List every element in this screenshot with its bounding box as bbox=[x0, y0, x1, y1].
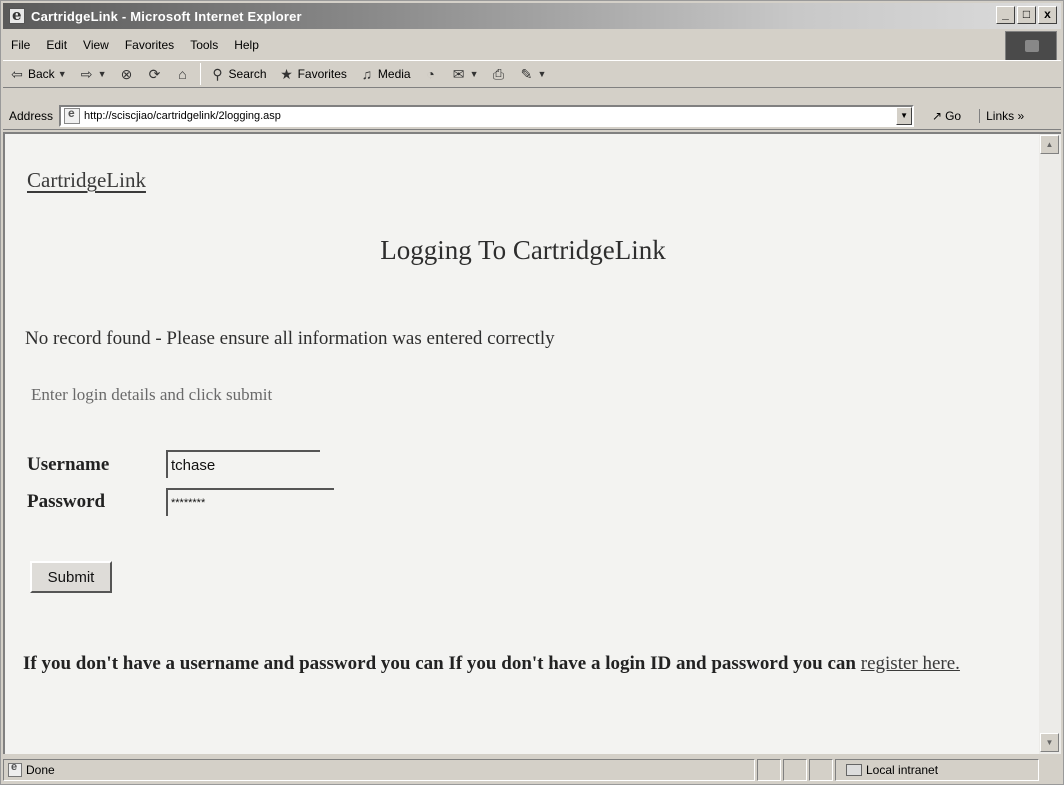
links-button[interactable]: Links » bbox=[979, 108, 1024, 123]
media-icon: ♫ bbox=[361, 66, 373, 82]
address-label: Address bbox=[9, 108, 54, 123]
favorites-icon: ★ bbox=[280, 66, 293, 82]
username-label: Username bbox=[27, 454, 110, 475]
search-label: Search bbox=[228, 67, 267, 81]
status-bar: Done Local intranet bbox=[3, 758, 1061, 782]
status-text: Done bbox=[26, 763, 55, 777]
stop-icon: ⊗ bbox=[120, 66, 133, 82]
chevron-down-icon: ▼ bbox=[97, 69, 107, 79]
error-message: No record found - Please ensure all info… bbox=[25, 328, 555, 349]
print-icon: ⎙ bbox=[492, 66, 505, 82]
stop-button[interactable]: ⊗ bbox=[113, 66, 141, 82]
password-input[interactable] bbox=[166, 488, 334, 516]
status-panel bbox=[757, 759, 781, 781]
print-button[interactable]: ⎙ bbox=[485, 66, 513, 82]
home-icon: ⌂ bbox=[178, 66, 187, 82]
go-button[interactable]: ↗ Go bbox=[924, 109, 969, 123]
submit-button[interactable]: Submit bbox=[30, 561, 112, 593]
address-url: http://sciscjiao/cartridgelink/2logging.… bbox=[84, 109, 281, 122]
status-panel bbox=[783, 759, 807, 781]
register-link[interactable]: register here. bbox=[861, 653, 960, 674]
menu-help[interactable]: Help bbox=[226, 38, 267, 52]
edit-icon: ✎ bbox=[520, 66, 533, 82]
search-button[interactable]: ⚲ Search bbox=[204, 66, 273, 82]
vertical-scrollbar[interactable]: ▲ ▼ bbox=[1039, 132, 1061, 754]
window-controls: _ □ x bbox=[996, 6, 1057, 24]
page-title: Logging To CartridgeLink bbox=[380, 235, 666, 265]
toolbar: ⇦ Back ▼ ⇨ ▼ ⊗ ⟳ ⌂ ⚲ Search ★ Favorites … bbox=[3, 60, 1061, 88]
mail-button[interactable]: ✉ ▼ bbox=[445, 66, 485, 82]
menu-tools[interactable]: Tools bbox=[182, 38, 226, 52]
back-label: Back bbox=[28, 67, 55, 81]
status-panel bbox=[809, 759, 833, 781]
history-button[interactable]: ◔ bbox=[417, 66, 445, 82]
refresh-button[interactable]: ⟳ bbox=[141, 66, 169, 82]
browser-window: CartridgeLink - Microsoft Internet Explo… bbox=[0, 0, 1064, 785]
menu-file[interactable]: File bbox=[3, 38, 38, 52]
edit-button[interactable]: ✎ ▼ bbox=[513, 66, 553, 82]
scroll-down-button[interactable]: ▼ bbox=[1040, 733, 1059, 752]
close-button[interactable]: x bbox=[1038, 6, 1057, 24]
address-bar: Address http://sciscjiao/cartridgelink/2… bbox=[3, 102, 1061, 130]
address-dropdown-button[interactable]: ▼ bbox=[896, 106, 913, 125]
menu-favorites[interactable]: Favorites bbox=[117, 38, 182, 52]
go-label: Go bbox=[945, 108, 962, 123]
zone-label: Local intranet bbox=[866, 763, 939, 777]
go-arrow-icon: ↗ bbox=[932, 108, 943, 123]
menu-edit[interactable]: Edit bbox=[38, 38, 75, 52]
window-title: CartridgeLink - Microsoft Internet Explo… bbox=[31, 8, 302, 24]
refresh-icon: ⟳ bbox=[148, 66, 161, 82]
page-status-icon bbox=[8, 761, 22, 777]
site-home-link[interactable]: CartridgeLink bbox=[27, 168, 146, 193]
intranet-zone-icon bbox=[846, 764, 862, 776]
register-prompt: If you don't have a username and passwor… bbox=[23, 650, 1013, 678]
media-label: Media bbox=[377, 67, 411, 81]
menu-bar: File Edit View Favorites Tools Help bbox=[3, 33, 998, 57]
page-content: CartridgeLink Logging To CartridgeLink N… bbox=[3, 132, 1039, 754]
maximize-button[interactable]: □ bbox=[1017, 6, 1036, 24]
password-label: Password bbox=[27, 491, 106, 512]
page-icon bbox=[64, 106, 81, 124]
chevron-down-icon: ▼ bbox=[469, 69, 479, 79]
favorites-label: Favorites bbox=[297, 67, 347, 81]
arrow-left-icon: ⇦ bbox=[11, 66, 23, 82]
mail-icon: ✉ bbox=[452, 66, 465, 82]
username-input[interactable] bbox=[166, 450, 320, 478]
home-button[interactable]: ⌂ bbox=[169, 66, 197, 82]
register-prompt-text: If you don't have a username and passwor… bbox=[23, 653, 861, 674]
toolbar-separator bbox=[199, 63, 201, 85]
windows-logo-throbber bbox=[1005, 31, 1057, 61]
history-icon: ◔ bbox=[426, 66, 435, 82]
back-button[interactable]: ⇦ Back ▼ bbox=[3, 66, 73, 82]
security-zone: Local intranet bbox=[835, 759, 1039, 781]
minimize-button[interactable]: _ bbox=[996, 6, 1015, 24]
address-input[interactable]: http://sciscjiao/cartridgelink/2logging.… bbox=[59, 104, 915, 127]
ie-logo-icon bbox=[9, 6, 25, 24]
login-instruction: Enter login details and click submit bbox=[31, 385, 273, 404]
title-bar: CartridgeLink - Microsoft Internet Explo… bbox=[3, 3, 1061, 29]
chevron-down-icon: ▼ bbox=[537, 69, 547, 79]
favorites-button[interactable]: ★ Favorites bbox=[273, 66, 353, 82]
status-main-panel: Done bbox=[3, 759, 755, 781]
media-button[interactable]: ♫ Media bbox=[353, 66, 417, 82]
arrow-right-icon: ⇨ bbox=[80, 66, 93, 82]
search-icon: ⚲ bbox=[212, 66, 223, 82]
scroll-up-button[interactable]: ▲ bbox=[1040, 135, 1059, 154]
menu-view[interactable]: View bbox=[75, 38, 117, 52]
forward-button[interactable]: ⇨ ▼ bbox=[73, 66, 113, 82]
chevron-down-icon: ▼ bbox=[57, 69, 67, 79]
